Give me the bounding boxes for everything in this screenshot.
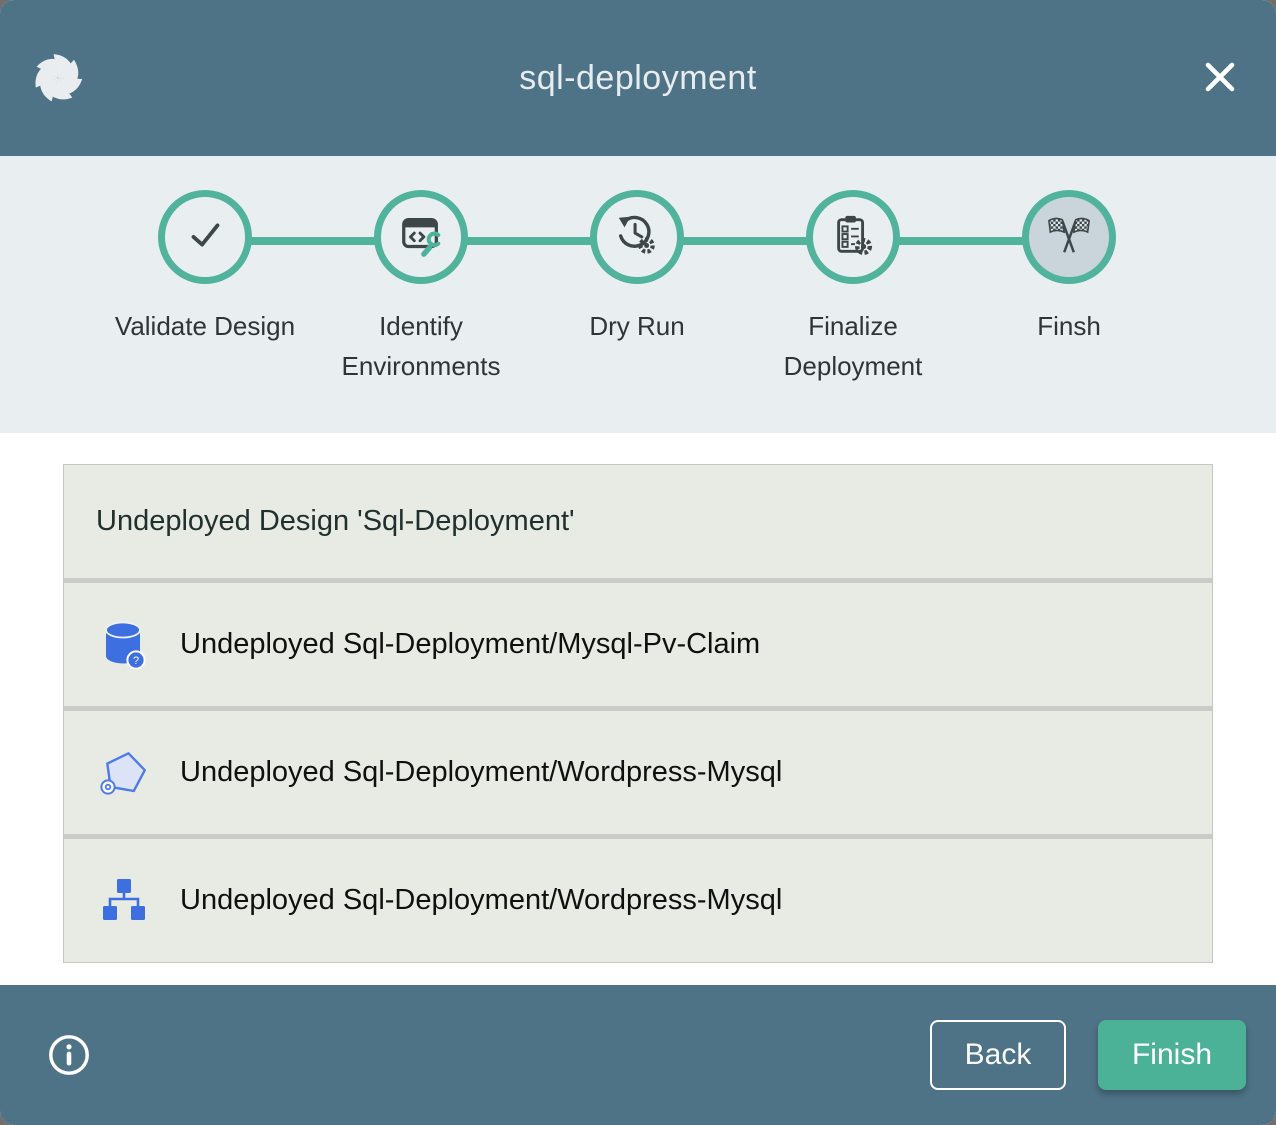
back-button[interactable]: Back bbox=[930, 1020, 1066, 1090]
result-row: Undeployed Sql-Deployment/Wordpress-Mysq… bbox=[64, 711, 1212, 834]
svg-text:?: ? bbox=[133, 655, 139, 667]
history-gear-icon bbox=[614, 212, 660, 263]
meshery-pinwheel-icon bbox=[32, 52, 84, 104]
step-label: Finsh bbox=[1037, 306, 1101, 346]
dialog-footer: Back Finish bbox=[0, 985, 1276, 1125]
finish-button[interactable]: Finish bbox=[1098, 1020, 1246, 1090]
step-label: Validate Design bbox=[115, 306, 295, 346]
result-text: Undeployed Sql-Deployment/Wordpress-Mysq… bbox=[180, 756, 782, 789]
step-finalize-deployment: Finalize Deployment bbox=[745, 190, 961, 386]
dialog-header: sql-deployment bbox=[0, 0, 1276, 156]
deployment-wizard-dialog: sql-deployment Validate Design bbox=[0, 0, 1276, 1125]
results-header-row: Undeployed Design 'Sql-Deployment' bbox=[64, 465, 1212, 578]
result-text: Undeployed Sql-Deployment/Mysql-Pv-Claim bbox=[180, 628, 760, 661]
results-header-text: Undeployed Design 'Sql-Deployment' bbox=[96, 505, 575, 538]
checkmark-icon bbox=[182, 212, 228, 263]
step-dry-run: Dry Run bbox=[529, 190, 745, 386]
results-panel: Undeployed Design 'Sql-Deployment' ? Und… bbox=[0, 433, 1276, 985]
info-button[interactable] bbox=[46, 1032, 92, 1078]
close-button[interactable] bbox=[1198, 56, 1242, 100]
database-question-icon: ? bbox=[98, 619, 150, 671]
dialog-title: sql-deployment bbox=[0, 59, 1276, 98]
step-validate-design: Validate Design bbox=[97, 190, 313, 386]
checkered-flags-icon bbox=[1046, 212, 1092, 263]
result-row: Undeployed Sql-Deployment/Wordpress-Mysq… bbox=[64, 839, 1212, 962]
hierarchy-nodes-icon bbox=[98, 875, 150, 927]
results-list: Undeployed Design 'Sql-Deployment' ? Und… bbox=[63, 464, 1213, 963]
clipboard-gear-icon bbox=[830, 212, 876, 263]
info-icon bbox=[46, 1032, 92, 1078]
step-finish: Finsh bbox=[961, 190, 1177, 386]
step-identify-environments: Identify Environments bbox=[313, 190, 529, 386]
step-label: Dry Run bbox=[589, 306, 684, 346]
result-row: ? Undeployed Sql-Deployment/Mysql-Pv-Cla… bbox=[64, 583, 1212, 706]
pentagon-badge-icon bbox=[98, 747, 150, 799]
step-label: Finalize Deployment bbox=[748, 306, 958, 386]
step-label: Identify Environments bbox=[316, 306, 526, 386]
code-wrench-icon bbox=[398, 212, 444, 263]
close-x-icon bbox=[1200, 57, 1240, 100]
wizard-stepper: Validate Design Ident bbox=[0, 156, 1276, 433]
result-text: Undeployed Sql-Deployment/Wordpress-Mysq… bbox=[180, 884, 782, 917]
